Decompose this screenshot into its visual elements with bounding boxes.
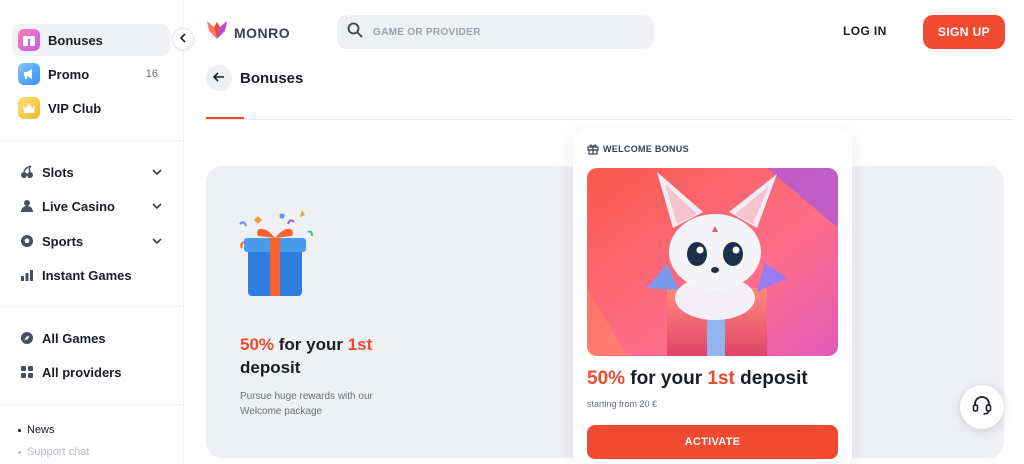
- active-tab-indicator: [206, 117, 244, 119]
- page-title: Bonuses: [240, 70, 304, 87]
- gift-icon: [587, 143, 599, 155]
- sidebar-item-live-casino[interactable]: Live Casino: [12, 190, 170, 222]
- banner-title-percent: 50%: [240, 335, 275, 354]
- search-icon: [347, 22, 363, 43]
- sidebar-divider: [0, 140, 183, 141]
- card-subtitle: starting from 20 €: [587, 399, 658, 409]
- bar-chart-icon: [18, 266, 36, 284]
- dealer-icon: [18, 197, 36, 215]
- banner-title-end: deposit: [240, 358, 301, 377]
- arrow-left-icon: [212, 69, 225, 87]
- brand-logo-text: MONRO: [234, 24, 291, 41]
- promo-megaphone-icon: [18, 63, 40, 85]
- banner-title-mid: for your: [274, 335, 348, 354]
- chevron-down-icon: [152, 201, 162, 211]
- soccer-ball-icon: [18, 232, 36, 250]
- bullet-dot: [18, 428, 21, 432]
- sidebar-item-promo[interactable]: Promo 16: [12, 58, 170, 90]
- sidebar-item-all-providers[interactable]: All providers: [12, 356, 170, 388]
- sidebar-link-label: Support chat: [27, 446, 90, 458]
- sidebar-link-news[interactable]: News: [18, 424, 55, 436]
- card-label-text: WELCOME BONUS: [603, 144, 689, 154]
- sidebar-item-label: Promo: [48, 66, 90, 82]
- card-title-mid: for your: [625, 368, 708, 389]
- chevron-down-icon: [152, 167, 162, 177]
- signup-button[interactable]: SIGN UP: [923, 15, 1005, 49]
- activate-button[interactable]: ACTIVATE: [587, 425, 838, 459]
- sidebar-divider: [0, 404, 183, 405]
- login-button[interactable]: LOG IN: [843, 24, 887, 38]
- sidebar-link-label: News: [27, 424, 55, 436]
- chevron-left-icon: [179, 30, 186, 48]
- compass-icon: [18, 329, 36, 347]
- banner-title-ordinal: 1st: [347, 335, 373, 354]
- sidebar-item-all-games[interactable]: All Games: [12, 322, 170, 354]
- sidebar-item-instant-games[interactable]: Instant Games: [12, 259, 170, 291]
- sidebar-collapse-button[interactable]: [172, 28, 194, 50]
- brand-logo[interactable]: MONRO: [206, 19, 290, 46]
- bullet-dot: [18, 450, 21, 454]
- promo-count-badge: 16: [145, 68, 158, 80]
- search-bar[interactable]: [337, 15, 654, 49]
- sidebar-item-bonuses[interactable]: Bonuses: [12, 24, 170, 56]
- card-title-percent: 50%: [587, 368, 626, 389]
- card-title: 50% for your 1st deposit: [587, 368, 808, 390]
- banner-description: Pursue huge rewards with our Welcome pac…: [240, 391, 373, 417]
- support-chat-button[interactable]: [960, 385, 1004, 429]
- card-title-end: deposit: [734, 368, 808, 389]
- card-title-ordinal: 1st: [707, 368, 735, 389]
- sidebar-item-label: All providers: [42, 364, 122, 380]
- crown-icon: [18, 97, 40, 119]
- sidebar-item-label: VIP Club: [48, 100, 102, 116]
- sidebar-item-label: Bonuses: [48, 32, 103, 48]
- grid-icon: [18, 363, 36, 381]
- welcome-bonus-card: WELCOME BONUS 50% for your 1st deposit s…: [573, 128, 852, 464]
- search-input[interactable]: [373, 26, 633, 38]
- bonus-gift-icon: [18, 29, 40, 51]
- sidebar-item-label: Live Casino: [42, 198, 115, 214]
- gift-box-icon: [228, 204, 324, 300]
- monro-logo-icon: [206, 19, 228, 46]
- sidebar-item-sports[interactable]: Sports: [12, 225, 170, 257]
- sidebar-divider: [0, 306, 183, 307]
- back-button[interactable]: [206, 65, 232, 91]
- title-divider: [206, 119, 1014, 120]
- sidebar-item-label: All Games: [42, 330, 106, 346]
- sidebar-item-vip-club[interactable]: VIP Club: [12, 92, 170, 124]
- sidebar-item-label: Slots: [42, 164, 74, 180]
- chevron-down-icon: [152, 236, 162, 246]
- sidebar-item-label: Instant Games: [42, 267, 132, 283]
- banner-title: 50% for your 1st deposit: [240, 333, 430, 379]
- sidebar-link-support-chat[interactable]: Support chat: [18, 446, 89, 458]
- sidebar: Bonuses Promo 16 VIP Club Slots Live Cas…: [0, 0, 184, 464]
- sidebar-item-label: Sports: [42, 233, 84, 249]
- headset-icon: [971, 394, 993, 421]
- sidebar-item-slots[interactable]: Slots: [12, 156, 170, 188]
- card-label: WELCOME BONUS: [587, 143, 689, 155]
- fox-mascot-image: [587, 168, 838, 356]
- cherries-icon: [18, 163, 36, 181]
